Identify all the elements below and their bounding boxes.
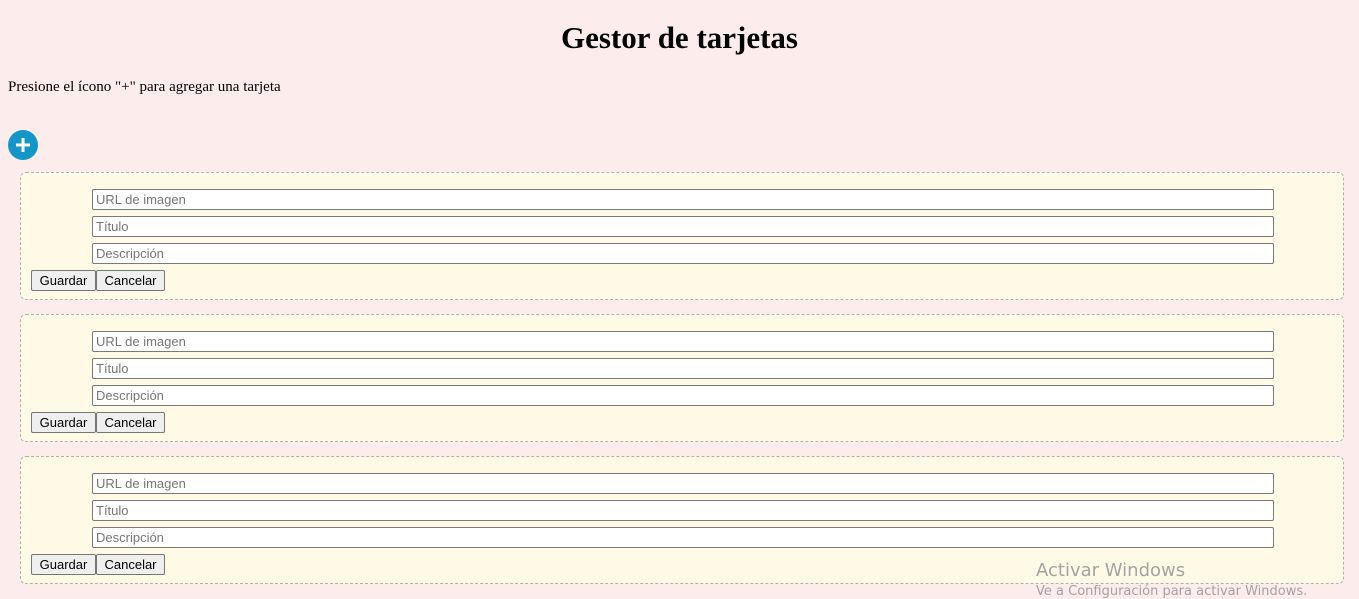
title-input[interactable]	[92, 500, 1274, 521]
title-input[interactable]	[92, 216, 1274, 237]
image-url-input[interactable]	[92, 331, 1274, 352]
card-form: Guardar Cancelar	[20, 314, 1344, 442]
cancel-button[interactable]: Cancelar	[96, 270, 165, 291]
description-input[interactable]	[92, 243, 1274, 264]
save-button[interactable]: Guardar	[31, 412, 96, 433]
card-form: Guardar Cancelar	[20, 172, 1344, 300]
cancel-button[interactable]: Cancelar	[96, 554, 165, 575]
save-button[interactable]: Guardar	[31, 270, 96, 291]
image-url-input[interactable]	[92, 189, 1274, 210]
activation-watermark-title: Activar Windows	[1036, 560, 1186, 581]
plus-icon	[16, 138, 30, 152]
title-input[interactable]	[92, 358, 1274, 379]
page-title: Gestor de tarjetas	[560, 20, 798, 55]
save-button[interactable]: Guardar	[31, 554, 96, 575]
image-url-input[interactable]	[92, 473, 1274, 494]
add-card-button[interactable]	[8, 130, 38, 160]
cancel-button[interactable]: Cancelar	[96, 412, 165, 433]
instructions-text: Presione el ícono "+" para agregar una t…	[8, 79, 281, 95]
description-input[interactable]	[92, 527, 1274, 548]
description-input[interactable]	[92, 385, 1274, 406]
